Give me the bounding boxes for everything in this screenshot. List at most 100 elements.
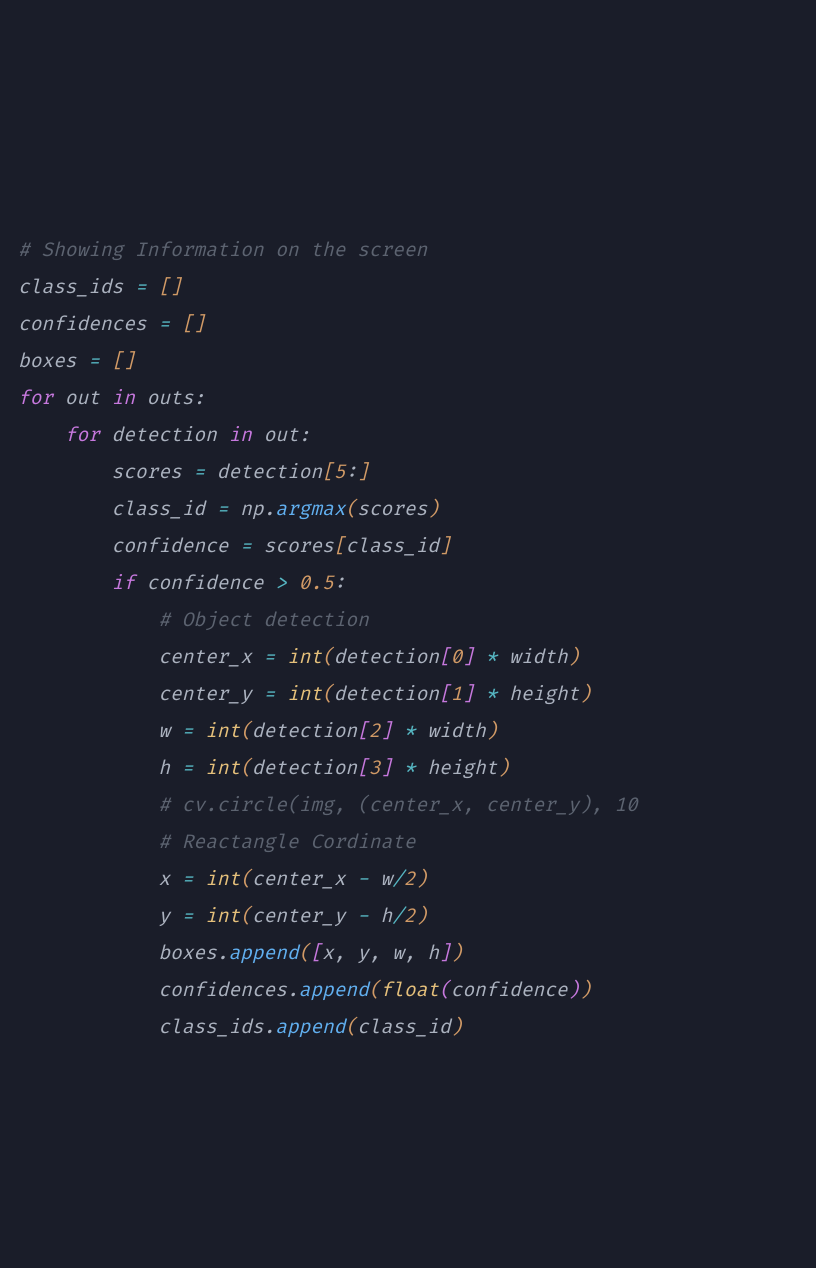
- token-var2: class_ids: [18, 275, 135, 299]
- token-var2: center_y: [158, 682, 263, 706]
- code-line[interactable]: # cv.circle(img, (center_x, center_y), 1…: [18, 787, 816, 824]
- code-line[interactable]: # Object detection: [18, 602, 816, 639]
- code-line[interactable]: scores = detection[5:]: [18, 454, 816, 491]
- token-operator: =: [264, 682, 276, 706]
- code-line[interactable]: # Showing Information on the screen: [18, 232, 816, 269]
- token-var2: confidence: [451, 978, 568, 1002]
- code-editor-viewport[interactable]: # Showing Information on the screenclass…: [18, 158, 816, 1083]
- token-keyword: if: [112, 571, 135, 595]
- token-punct: :: [334, 571, 346, 595]
- token-operator: >: [275, 571, 287, 595]
- token-operator: *: [404, 756, 416, 780]
- token-operator: =: [88, 349, 100, 373]
- token-var2: [287, 571, 299, 595]
- token-bracket1: ): [498, 756, 510, 780]
- token-var2: height: [416, 756, 498, 780]
- code-line[interactable]: w = int(detection[2] * width): [18, 713, 816, 750]
- token-builtin: int: [205, 756, 240, 780]
- token-var2: center_y: [252, 904, 357, 928]
- token-var2: x: [322, 941, 334, 965]
- token-bracket2: [: [439, 682, 451, 706]
- token-operator: *: [486, 645, 498, 669]
- code-line[interactable]: confidence = scores[class_id]: [18, 528, 816, 565]
- token-var2: boxes: [158, 941, 216, 965]
- code-line[interactable]: y = int(center_y - h/2): [18, 898, 816, 935]
- token-var2: out: [252, 423, 299, 447]
- token-bracket1: (: [322, 645, 334, 669]
- token-var2: [193, 904, 205, 928]
- token-function: append: [275, 1015, 345, 1039]
- token-var2: scores: [112, 460, 194, 484]
- token-bracket1: (: [240, 904, 252, 928]
- token-var2: detection: [252, 756, 357, 780]
- token-var2: w: [369, 867, 392, 891]
- code-line[interactable]: class_ids.append(class_id): [18, 1009, 816, 1046]
- token-var2: confidence: [135, 571, 275, 595]
- token-operator: =: [182, 756, 194, 780]
- token-punct: :: [345, 460, 357, 484]
- token-var2: [193, 756, 205, 780]
- code-line[interactable]: boxes = []: [18, 343, 816, 380]
- token-operator: *: [404, 719, 416, 743]
- token-builtin: int: [287, 645, 322, 669]
- code-line[interactable]: boxes.append([x, y, w, h]): [18, 935, 816, 972]
- token-var2: width: [497, 645, 567, 669]
- token-bracket1: ]: [357, 460, 369, 484]
- token-var2: detection: [334, 645, 439, 669]
- token-bracket1: (: [322, 682, 334, 706]
- token-bracket1: ): [579, 682, 591, 706]
- token-var2: confidence: [112, 534, 241, 558]
- code-line[interactable]: h = int(detection[3] * height): [18, 750, 816, 787]
- code-line[interactable]: if confidence > 0.5:: [18, 565, 816, 602]
- token-var2: y: [158, 904, 181, 928]
- code-line[interactable]: confidences = []: [18, 306, 816, 343]
- code-line[interactable]: for detection in out:: [18, 417, 816, 454]
- token-var2: width: [416, 719, 486, 743]
- code-line[interactable]: # Reactangle Cordinate: [18, 824, 816, 861]
- token-number: 5: [334, 460, 346, 484]
- token-var2: [275, 645, 287, 669]
- token-var2: class_id: [345, 534, 439, 558]
- token-var2: [275, 682, 287, 706]
- code-line[interactable]: class_ids = []: [18, 269, 816, 306]
- token-operator: /: [392, 904, 404, 928]
- token-builtin: int: [205, 719, 240, 743]
- token-bracket2: [: [357, 719, 369, 743]
- token-operator: =: [264, 645, 276, 669]
- token-operator: /: [392, 867, 404, 891]
- token-bracket1: ): [427, 497, 439, 521]
- token-var2: confidences: [18, 312, 158, 336]
- code-line[interactable]: center_y = int(detection[1] * height): [18, 676, 816, 713]
- token-bracket2: [: [310, 941, 322, 965]
- token-number: 1: [451, 682, 463, 706]
- token-builtin: float: [381, 978, 439, 1002]
- code-line[interactable]: confidences.append(float(confidence)): [18, 972, 816, 1009]
- token-bracket1: (: [299, 941, 311, 965]
- token-var2: [100, 349, 112, 373]
- token-function: append: [228, 941, 298, 965]
- code-line[interactable]: center_x = int(detection[0] * width): [18, 639, 816, 676]
- token-var2: h: [369, 904, 392, 928]
- token-var2: y: [345, 941, 368, 965]
- token-builtin: int: [205, 904, 240, 928]
- token-keyword: in: [112, 386, 135, 410]
- token-builtin: int: [205, 867, 240, 891]
- token-number: 0: [451, 645, 463, 669]
- token-operator: =: [240, 534, 252, 558]
- code-content[interactable]: # Showing Information on the screenclass…: [18, 232, 816, 1046]
- code-line[interactable]: class_id = np.argmax(scores): [18, 491, 816, 528]
- token-bracket1: (: [240, 719, 252, 743]
- token-bracket1: ): [451, 1015, 463, 1039]
- token-operator: *: [486, 682, 498, 706]
- token-var2: [193, 867, 205, 891]
- token-operator: =: [182, 867, 194, 891]
- token-punct: .: [264, 497, 276, 521]
- token-punct: ,: [369, 941, 381, 965]
- code-line[interactable]: for out in outs:: [18, 380, 816, 417]
- token-var2: detection: [334, 682, 439, 706]
- token-var2: w: [158, 719, 181, 743]
- token-var2: [474, 682, 486, 706]
- token-bracket1: [: [334, 534, 346, 558]
- token-comment: # cv.circle(img, (center_x, center_y), 1…: [158, 793, 637, 817]
- code-line[interactable]: x = int(center_x - w/2): [18, 861, 816, 898]
